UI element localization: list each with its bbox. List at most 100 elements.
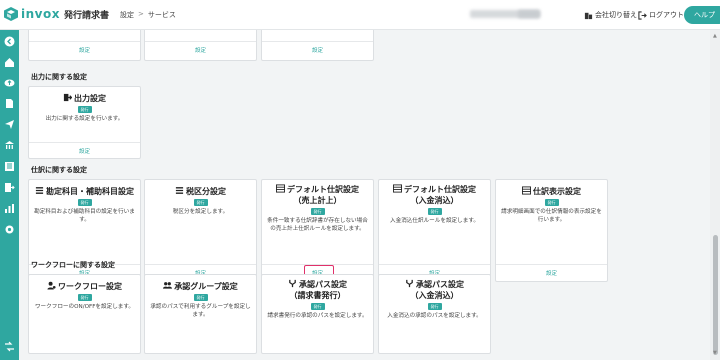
card-title-text: ワークフロー設定 <box>58 282 122 291</box>
user-name-blurred <box>518 10 540 18</box>
card-description: ワークフローのON/OFFを設定します。 <box>34 304 135 310</box>
list-icon <box>175 187 184 194</box>
help-button[interactable]: ヘルプ <box>684 6 720 24</box>
card-title-text: 勘定科目・補助科目設定 <box>46 187 134 196</box>
building-icon <box>584 12 593 19</box>
scroll-up-arrow-icon[interactable]: ▲ <box>713 33 717 39</box>
vertical-scrollbar[interactable]: ▲ ▼ <box>710 30 720 360</box>
section-title-output: 出力に関する設定 <box>31 73 87 81</box>
card-description-line1: 請求明細画面での仕訳情報の表示設定を <box>501 209 602 215</box>
card-divider <box>262 41 373 42</box>
card-title-line2: （売上計上） <box>293 196 342 205</box>
settings-link[interactable]: 設定 <box>29 46 140 54</box>
send-icon[interactable] <box>4 119 15 130</box>
card-title: 仕訳表示設定 <box>496 186 607 197</box>
card-title-line2: （入金消込） <box>410 196 459 205</box>
table-icon <box>393 184 402 193</box>
card-description: 請求明細画面での仕訳情報の表示設定を 行います。 <box>496 208 607 224</box>
export-file-icon[interactable] <box>4 182 15 193</box>
card-title: 承認パス設定 （請求書発行） <box>262 279 373 301</box>
card-title-text: 仕訳表示設定 <box>533 187 581 196</box>
card-title-text: 承認グループ設定 <box>174 282 238 291</box>
card-title-line1: デフォルト仕訳設定 <box>287 185 359 194</box>
card-tax-category: 税区分設定 発行 税区分を設定します。 設定 <box>144 179 257 282</box>
card-description: 入金消込の承認のパスを設定します。 <box>387 313 482 319</box>
logout-button[interactable]: ログアウト <box>638 10 684 20</box>
logo-subtitle: 発行請求書 <box>63 10 109 21</box>
card-title-line1: 承認パス設定 <box>416 280 464 289</box>
card-approval-path-invoice: 承認パス設定 （請求書発行） 発行 請求書発行の承認のパスを設定します。 <box>261 274 374 354</box>
card-description: 税区分を設定します。 <box>172 209 229 215</box>
card-title-line2: （請求書発行） <box>289 291 346 300</box>
card-title-line1: 承認パス設定 <box>299 280 347 289</box>
card-journal-display: 仕訳表示設定 発行 請求明細画面での仕訳情報の表示設定を 行います。 設定 <box>495 179 608 282</box>
card-approval-group: 承認グループ設定 発行 承認のパスで利用するグループを設定し ます。 <box>144 274 257 354</box>
card-title: デフォルト仕訳設定 （売上計上） <box>262 184 373 206</box>
settings-card: 設定 <box>144 30 257 61</box>
badge-issue: 発行 <box>193 294 208 301</box>
card-title: 勘定科目・補助科目設定 <box>29 186 140 197</box>
home-icon[interactable] <box>4 57 15 68</box>
table-icon <box>276 184 285 193</box>
settings-link[interactable]: 設定 <box>145 46 256 54</box>
route-icon <box>289 279 296 288</box>
card-divider <box>496 264 607 265</box>
badge-issue: 発行 <box>427 303 442 310</box>
card-description-line1: 承認のパスで利用するグループを設定し <box>150 304 251 310</box>
settings-card: 設定 <box>28 30 141 61</box>
card-approval-path-payment: 承認パス設定 （入金消込） 発行 入金消込の承認のパスを設定します。 <box>378 274 491 354</box>
settings-link[interactable]: 設定 <box>262 46 373 54</box>
users-icon <box>163 282 173 289</box>
cloud-upload-icon[interactable] <box>4 77 15 88</box>
card-title: 承認グループ設定 <box>145 281 256 292</box>
bank-icon[interactable] <box>4 140 15 151</box>
route-icon <box>406 279 413 288</box>
card-divider <box>29 142 140 143</box>
card-description: 入金消込仕訳ルールを設定します。 <box>390 218 479 224</box>
badge-issue: 発行 <box>77 294 92 301</box>
gear-icon[interactable] <box>4 224 15 235</box>
card-default-journal-payment: デフォルト仕訳設定 （入金消込） 発行 入金消込仕訳ルールを設定します。 設定 <box>378 179 491 282</box>
card-workflow-settings: ワークフロー設定 発行 ワークフローのON/OFFを設定します。 <box>28 274 141 354</box>
section-title-workflow: ワークフローに関する設定 <box>31 261 115 269</box>
badge-issue: 発行 <box>77 106 92 113</box>
logo-text: invox <box>21 7 60 21</box>
card-title: ワークフロー設定 <box>29 281 140 292</box>
book-icon[interactable] <box>4 161 15 172</box>
card-title-text: 税区分設定 <box>186 187 226 196</box>
scroll-down-arrow-icon[interactable]: ▼ <box>713 350 717 356</box>
card-output-settings: 出力設定 発行 出力に関する設定を行います。 設定 <box>28 86 141 159</box>
breadcrumb: 設定 > サービス <box>120 10 176 20</box>
section-title-journal: 仕訳に関する設定 <box>31 166 87 174</box>
switch-company-button[interactable]: 会社切り替え <box>584 10 637 20</box>
export-icon <box>63 93 72 102</box>
logout-icon <box>638 10 647 20</box>
card-description-line2: の売上計上仕訳ルールを設定します。 <box>270 226 365 232</box>
switch-company-label: 会社切り替え <box>595 11 637 19</box>
badge-issue: 発行 <box>310 208 325 215</box>
card-title: 税区分設定 <box>145 186 256 197</box>
settings-link[interactable]: 設定 <box>496 269 607 277</box>
collapse-icon[interactable] <box>4 36 15 47</box>
card-divider <box>145 41 256 42</box>
card-description: 条件一致する仕訳辞書が存在しない場合 の売上計上仕訳ルールを設定します。 <box>262 217 373 233</box>
app-header: invox 発行請求書 設定 > サービス 会社切り替え ログアウト ヘルプ <box>0 0 720 30</box>
list-icon <box>35 187 44 194</box>
bar-chart-icon[interactable] <box>4 203 15 214</box>
logo[interactable]: invox 発行請求書 <box>4 7 109 21</box>
card-title-line1: デフォルト仕訳設定 <box>404 185 476 194</box>
settings-content: 設定 設定 設定 出力に関する設定 出力設定 発行 出力に関する設定を行います。… <box>19 30 710 360</box>
badge-issue: 発行 <box>544 199 559 206</box>
document-icon[interactable] <box>4 98 15 109</box>
settings-link[interactable]: 設定 <box>29 147 140 155</box>
card-divider <box>379 264 490 265</box>
shuffle-icon[interactable] <box>4 341 15 352</box>
badge-issue: 発行 <box>193 199 208 206</box>
card-description: 承認のパスで利用するグループを設定し ます。 <box>145 303 256 319</box>
scrollbar-thumb[interactable] <box>713 235 718 355</box>
breadcrumb-item-settings[interactable]: 設定 <box>120 10 134 20</box>
table-icon <box>522 186 531 195</box>
card-description-line2: 行います。 <box>537 217 566 223</box>
sidebar <box>0 30 19 360</box>
card-title-text: 出力設定 <box>74 94 106 103</box>
